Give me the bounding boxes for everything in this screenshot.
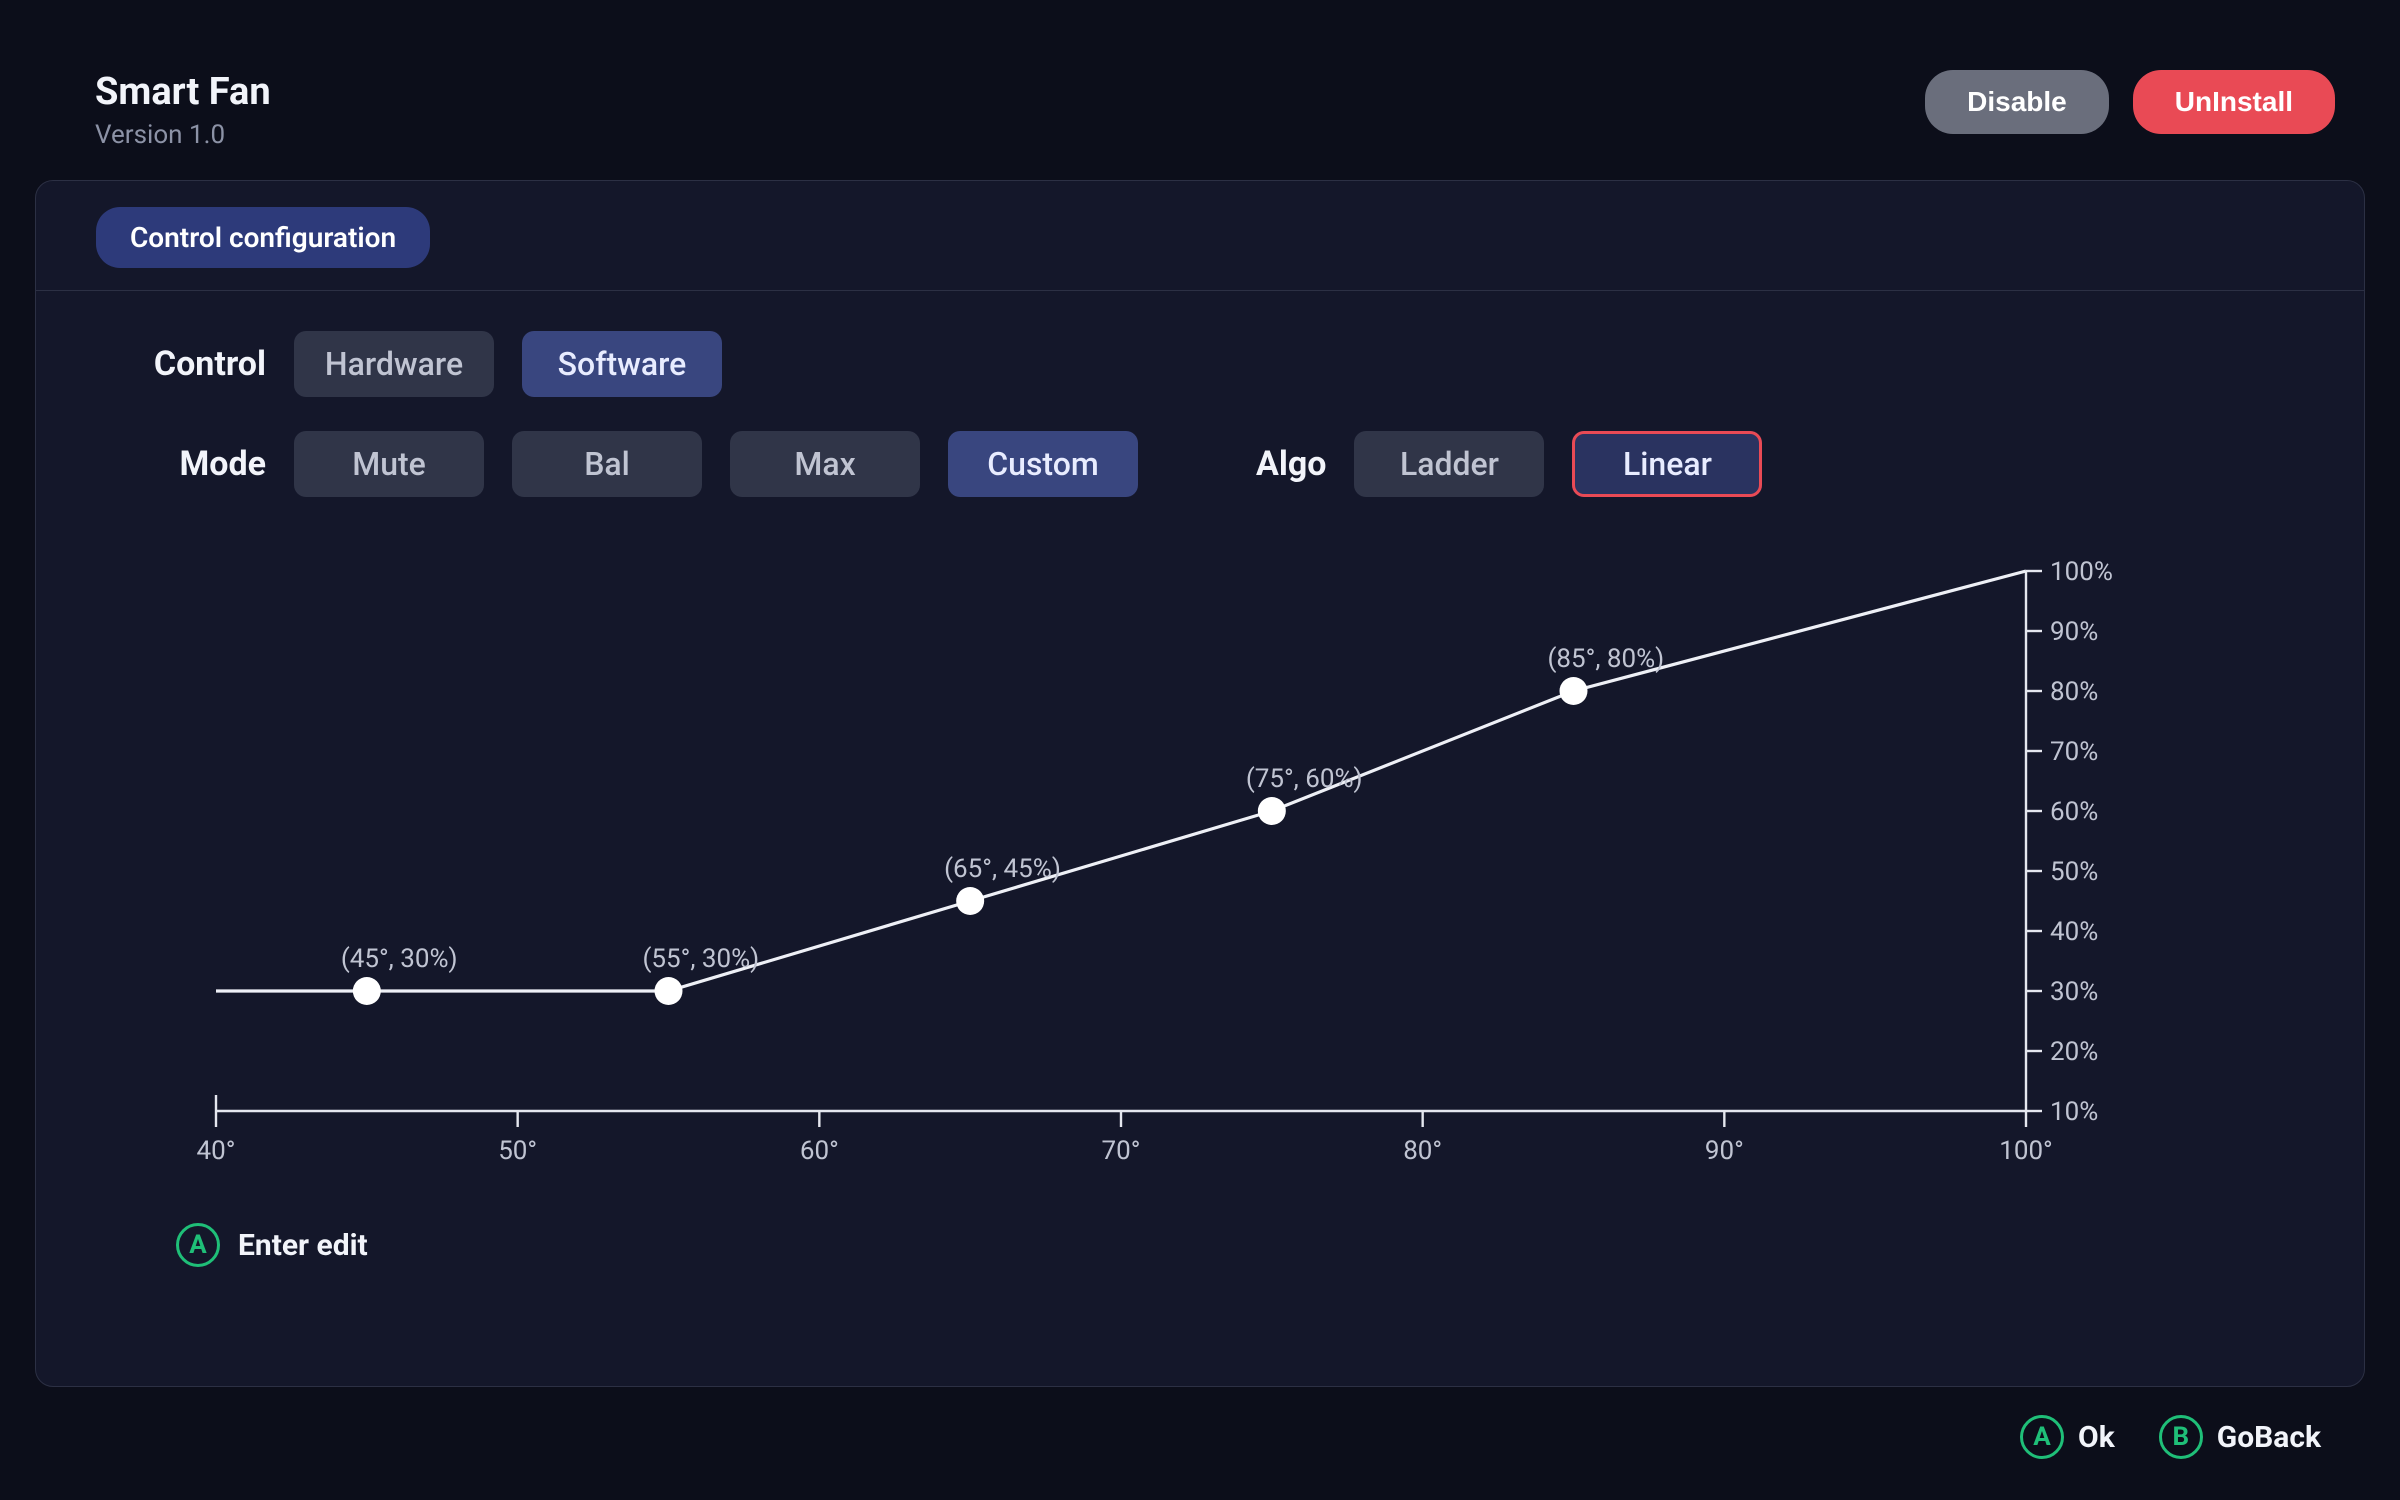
chart-wrap: 40° 50° 60° 70° 80° 90° 100° 10% 20% 30% 40% 50% 60%… (36, 541, 2364, 1201)
footer-hints: A Ok B GoBack (35, 1387, 2365, 1465)
svg-text:(85°, 80%): (85°, 80%) (1548, 644, 1665, 674)
svg-text:10%: 10% (2050, 1097, 2098, 1127)
svg-text:90%: 90% (2050, 617, 2098, 647)
mode-label: Mode (106, 444, 266, 484)
mode-option-max[interactable]: Max (730, 431, 920, 497)
control-row: Control Hardware Software (106, 331, 2294, 397)
svg-text:100%: 100% (2050, 557, 2113, 587)
page-title: Smart Fan (95, 70, 271, 114)
svg-text:(75°, 60%): (75°, 60%) (1246, 764, 1363, 794)
svg-text:50°: 50° (498, 1136, 537, 1166)
mode-row: Mode Mute Bal Max Custom Algo Ladder Lin… (106, 431, 2294, 497)
title-block: Smart Fan Version 1.0 (95, 70, 271, 150)
a-key-icon: A (2020, 1415, 2064, 1459)
enter-edit-label: Enter edit (238, 1228, 368, 1263)
control-option-software[interactable]: Software (522, 331, 722, 397)
fan-curve-chart[interactable]: 40° 50° 60° 70° 80° 90° 100° 10% 20% 30% 40% 50% 60%… (156, 541, 2156, 1181)
svg-text:70%: 70% (2050, 737, 2098, 767)
control-option-hardware[interactable]: Hardware (294, 331, 494, 397)
control-label: Control (106, 344, 266, 384)
mode-option-bal[interactable]: Bal (512, 431, 702, 497)
mode-option-custom[interactable]: Custom (948, 431, 1138, 497)
a-key-icon: A (176, 1223, 220, 1267)
svg-text:60%: 60% (2050, 797, 2098, 827)
svg-text:80°: 80° (1403, 1136, 1442, 1166)
goback-label: GoBack (2217, 1420, 2321, 1455)
svg-text:30%: 30% (2050, 977, 2098, 1007)
svg-text:20%: 20% (2050, 1037, 2098, 1067)
ok-label: Ok (2078, 1420, 2115, 1455)
svg-text:(45°, 30%): (45°, 30%) (341, 944, 458, 974)
tabs-strip: Control configuration (36, 181, 2364, 291)
version-label: Version 1.0 (95, 120, 271, 150)
svg-text:40°: 40° (197, 1136, 236, 1166)
mode-option-mute[interactable]: Mute (294, 431, 484, 497)
algo-group: Algo Ladder Linear (1256, 431, 1762, 497)
controls-area: Control Hardware Software Mode Mute Bal … (36, 291, 2364, 541)
app-root: Smart Fan Version 1.0 Disable UnInstall … (0, 0, 2400, 1500)
disable-button[interactable]: Disable (1925, 70, 2109, 134)
svg-text:60°: 60° (800, 1136, 839, 1166)
svg-text:50%: 50% (2050, 857, 2098, 887)
algo-option-ladder[interactable]: Ladder (1354, 431, 1544, 497)
b-key-icon: B (2159, 1415, 2203, 1459)
svg-text:40%: 40% (2050, 917, 2098, 947)
svg-text:(65°, 45%): (65°, 45%) (944, 854, 1061, 884)
uninstall-button[interactable]: UnInstall (2133, 70, 2335, 134)
algo-option-linear[interactable]: Linear (1572, 431, 1762, 497)
svg-text:90°: 90° (1705, 1136, 1744, 1166)
header: Smart Fan Version 1.0 Disable UnInstall (35, 35, 2365, 170)
svg-text:70°: 70° (1102, 1136, 1141, 1166)
svg-text:100°: 100° (1999, 1136, 2053, 1166)
enter-edit-hint: A Enter edit (36, 1201, 2364, 1293)
header-buttons: Disable UnInstall (1925, 70, 2335, 134)
algo-label: Algo (1256, 444, 1326, 484)
svg-text:(55°, 30%): (55°, 30%) (643, 944, 760, 974)
footer-ok: A Ok (2020, 1415, 2115, 1459)
tab-control-configuration[interactable]: Control configuration (96, 207, 430, 268)
footer-goback: B GoBack (2159, 1415, 2321, 1459)
svg-text:80%: 80% (2050, 677, 2098, 707)
config-panel: Control configuration Control Hardware S… (35, 180, 2365, 1387)
